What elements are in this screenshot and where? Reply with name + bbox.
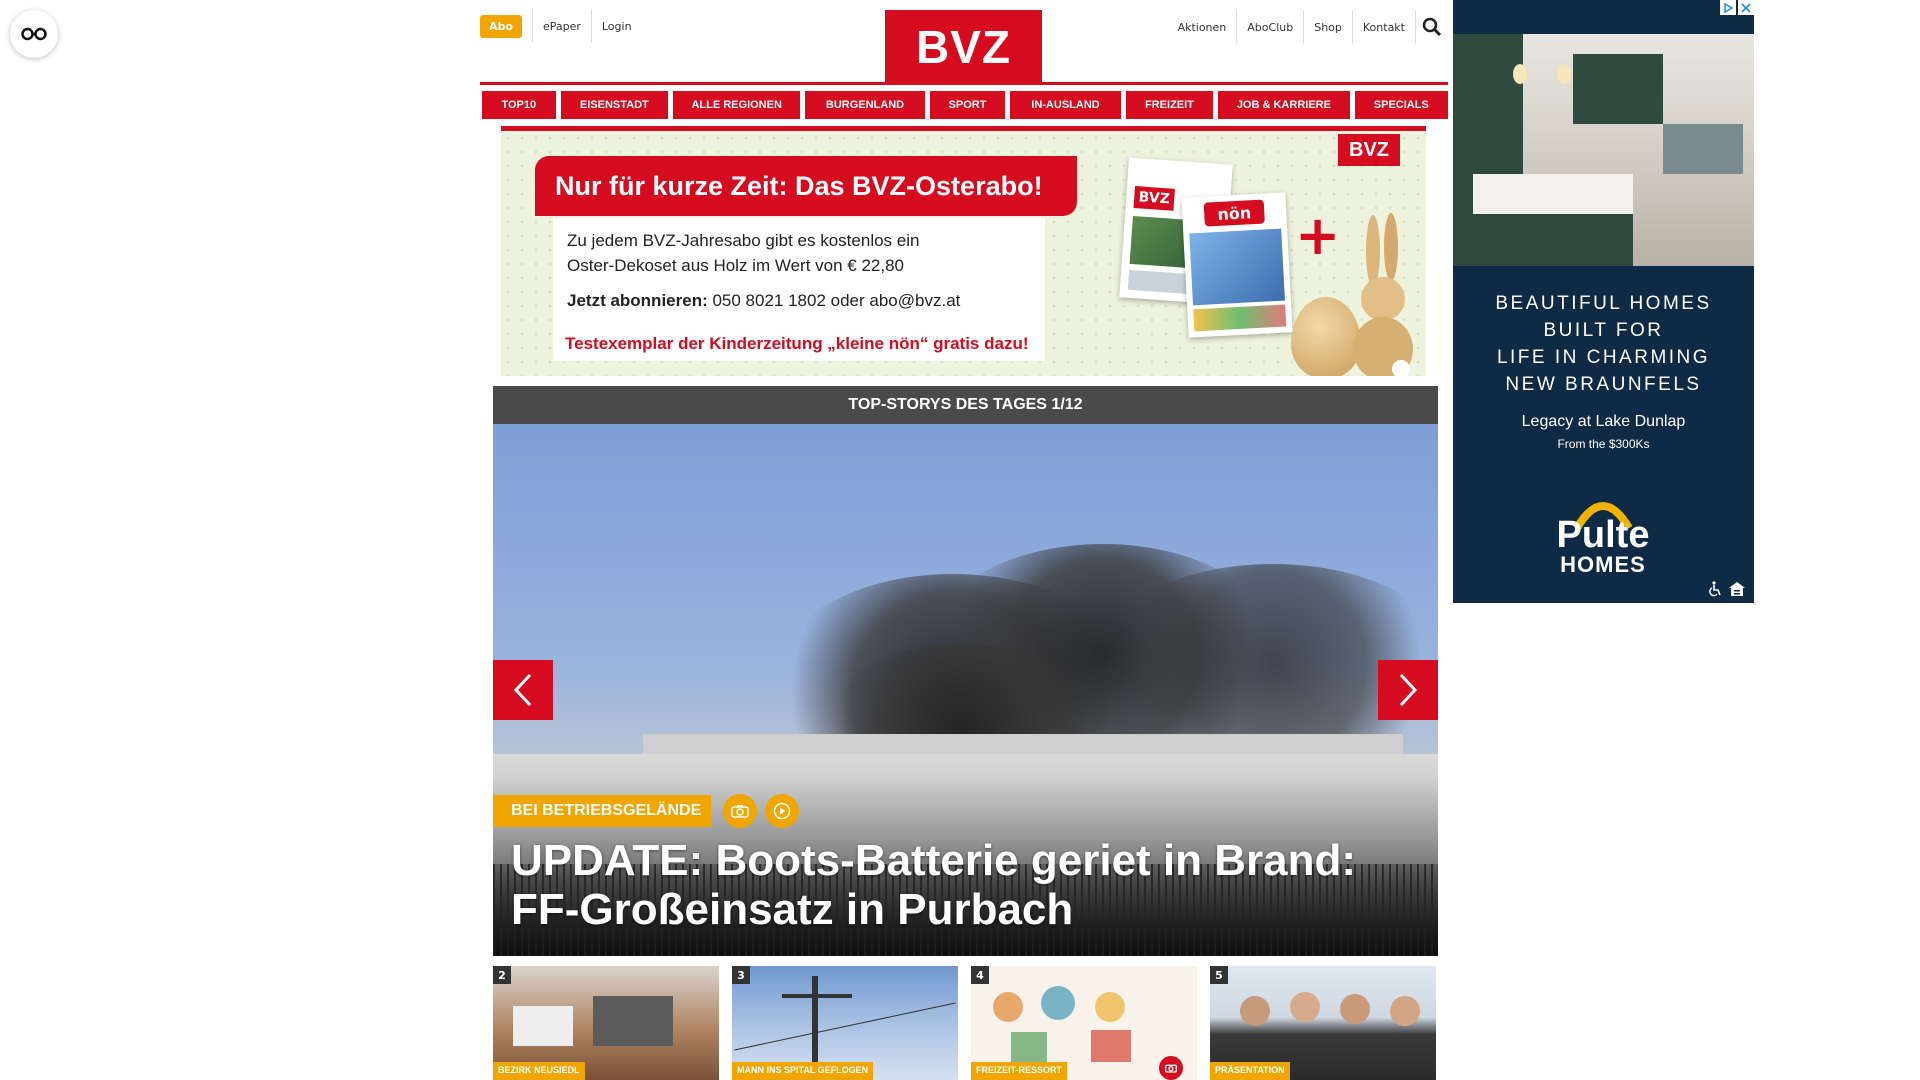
ad-controls [1720, 0, 1754, 15]
story-thumbnails: 2 BEZIRK NEUSIEDL 3 MANN INS SPITAL GEFL… [493, 966, 1438, 1080]
story-thumb-3[interactable]: 3 MANN INS SPITAL GEFLOGEN [732, 966, 958, 1080]
kids-newspaper-image: nön [1181, 192, 1293, 338]
story-thumb-2[interactable]: 2 BEZIRK NEUSIEDL [493, 966, 719, 1080]
nav-item-job-karriere[interactable]: JOB & KARRIERE [1218, 91, 1350, 119]
shop-link[interactable]: Shop [1304, 10, 1353, 44]
kids-newspaper-logo: nön [1203, 199, 1265, 227]
play-icon [774, 802, 791, 820]
search-icon [1422, 17, 1442, 37]
promo-cta: Jetzt abonnieren: 050 8021 1802 oder abo… [567, 288, 1031, 313]
newspaper-logo: BVZ [1133, 186, 1175, 211]
epaper-link[interactable]: ePaper [531, 9, 591, 43]
thumb-tag: BEZIRK NEUSIEDL [493, 1062, 585, 1080]
photo-gallery-badge [723, 794, 758, 828]
promo-line-2: Oster-Dekoset aus Holz im Wert von € 22,… [567, 256, 904, 275]
header-left-links: Abo ePaper Login [480, 9, 642, 43]
hero-story[interactable]: BEI BETRIEBSGELÄNDE UPDATE: Boots-Batter… [493, 424, 1438, 956]
close-icon [1741, 2, 1751, 13]
site-logo[interactable]: BVZ [885, 10, 1042, 84]
slider-prev-button[interactable] [493, 660, 553, 720]
promo-cta-label: Jetzt abonnieren: [567, 291, 708, 310]
thumb-number: 4 [971, 966, 989, 984]
accessibility-icon [1709, 581, 1721, 597]
site-header: Abo ePaper Login BVZ Aktionen AboClub Sh… [480, 0, 1448, 84]
slider-next-button[interactable] [1378, 660, 1438, 720]
aboclub-link[interactable]: AboClub [1237, 10, 1305, 44]
ad-headline-line: LIFE IN CHARMING [1496, 347, 1711, 368]
thumb-number: 3 [732, 966, 750, 984]
story-thumb-4[interactable]: 4 FREIZEIT-RESSORT [971, 966, 1197, 1080]
nav-item-in-ausland[interactable]: IN-AUSLAND [1010, 91, 1121, 119]
top-stories-header: TOP-STORYS DES TAGES 1/12 [493, 386, 1438, 424]
camera-icon [1165, 1064, 1177, 1073]
nav-item-eisenstadt[interactable]: EISENSTADT [560, 91, 669, 119]
video-badge [765, 794, 800, 828]
pulte-logo-bottom: HOMES [1560, 552, 1646, 577]
hero-kicker: BEI BETRIEBSGELÄNDE [493, 795, 712, 827]
pulte-homes-ad[interactable]: BEAUTIFUL HOMES BUILT FOR LIFE IN CHARMI… [1453, 0, 1754, 603]
hero-headline-line-2: FF-Großeinsatz in Purbach [511, 885, 1074, 934]
osterabo-promo-banner[interactable]: Nur für kurze Zeit: Das BVZ-Osterabo! Zu… [501, 126, 1426, 376]
ad-headline-line: BEAUTIFUL HOMES [1495, 293, 1712, 314]
main-nav: TOP10 EISENSTADT ALLE REGIONEN BURGENLAN… [482, 91, 1449, 119]
story-thumb-5[interactable]: 5 PRÄSENTATION [1210, 966, 1436, 1080]
adchoices-button[interactable] [1720, 0, 1736, 15]
ad-community-name: Legacy at Lake Dunlap [1521, 413, 1686, 430]
adchoices-icon [1724, 2, 1733, 13]
wooden-bunny-image [1353, 213, 1413, 376]
reader-mode-button[interactable] [10, 10, 58, 58]
nav-item-alle-regionen[interactable]: ALLE REGIONEN [673, 91, 801, 119]
glasses-icon [21, 27, 47, 41]
promo-headline: Nur für kurze Zeit: Das BVZ-Osterabo! [535, 156, 1077, 216]
search-button[interactable] [1416, 10, 1448, 44]
promo-footer: Testexemplar der Kinderzeitung „kleine n… [553, 327, 1045, 361]
login-link[interactable]: Login [590, 9, 642, 43]
nav-item-freizeit[interactable]: FREIZEIT [1125, 91, 1214, 119]
thumb-tag: PRÄSENTATION [1210, 1062, 1290, 1080]
nav-item-sport[interactable]: SPORT [929, 91, 1006, 119]
promo-cta-contact: 050 8021 1802 oder abo@bvz.at [707, 291, 961, 310]
ad-kitchen-image [1453, 34, 1754, 266]
plus-sign: + [1295, 204, 1341, 267]
abo-button[interactable]: Abo [480, 14, 522, 38]
nav-item-specials[interactable]: SPECIALS [1354, 91, 1449, 119]
camera-icon [731, 805, 749, 818]
nav-item-burgenland[interactable]: BURGENLAND [805, 91, 925, 119]
pulte-logo-top: Pulte [1556, 514, 1650, 556]
ad-footer-icons [1708, 581, 1746, 597]
hero-kicker-row: BEI BETRIEBSGELÄNDE [493, 794, 800, 828]
promo-body: Zu jedem BVZ-Jahresabo gibt es kostenlos… [553, 218, 1045, 343]
hero-headline[interactable]: UPDATE: Boots-Batterie geriet in Brand: … [511, 836, 1421, 934]
promo-bvz-badge: BVZ [1338, 134, 1400, 166]
thumb-number: 2 [493, 966, 511, 984]
chevron-right-icon [1399, 673, 1418, 707]
thumb-tag: FREIZEIT-RESSORT [971, 1062, 1068, 1080]
header-divider [480, 82, 1448, 85]
chevron-left-icon [513, 673, 532, 707]
promo-line-1: Zu jedem BVZ-Jahresabo gibt es kostenlos… [567, 231, 920, 250]
thumb-photo-badge [1159, 1056, 1183, 1080]
equal-housing-icon [1729, 582, 1745, 596]
thumb-number: 5 [1210, 966, 1228, 984]
pulte-logo: Pulte HOMES [1547, 490, 1659, 580]
aktionen-link[interactable]: Aktionen [1168, 10, 1238, 44]
nav-item-top10[interactable]: TOP10 [482, 91, 556, 119]
page: Abo ePaper Login BVZ Aktionen AboClub Sh… [0, 0, 1920, 1080]
ad-headline: BEAUTIFUL HOMES BUILT FOR LIFE IN CHARMI… [1453, 290, 1754, 398]
thumb-tag: MANN INS SPITAL GEFLOGEN [732, 1062, 874, 1080]
kontakt-link[interactable]: Kontakt [1353, 10, 1416, 44]
ad-price: From the $300Ks [1557, 437, 1650, 451]
hero-headline-line-1: UPDATE: Boots-Batterie geriet in Brand: [511, 836, 1357, 885]
ad-headline-line: NEW BRAUNFELS [1505, 374, 1702, 395]
header-right-links: Aktionen AboClub Shop Kontakt [1168, 10, 1448, 44]
ad-headline-line: BUILT FOR [1543, 320, 1664, 341]
ad-close-button[interactable] [1738, 0, 1754, 15]
